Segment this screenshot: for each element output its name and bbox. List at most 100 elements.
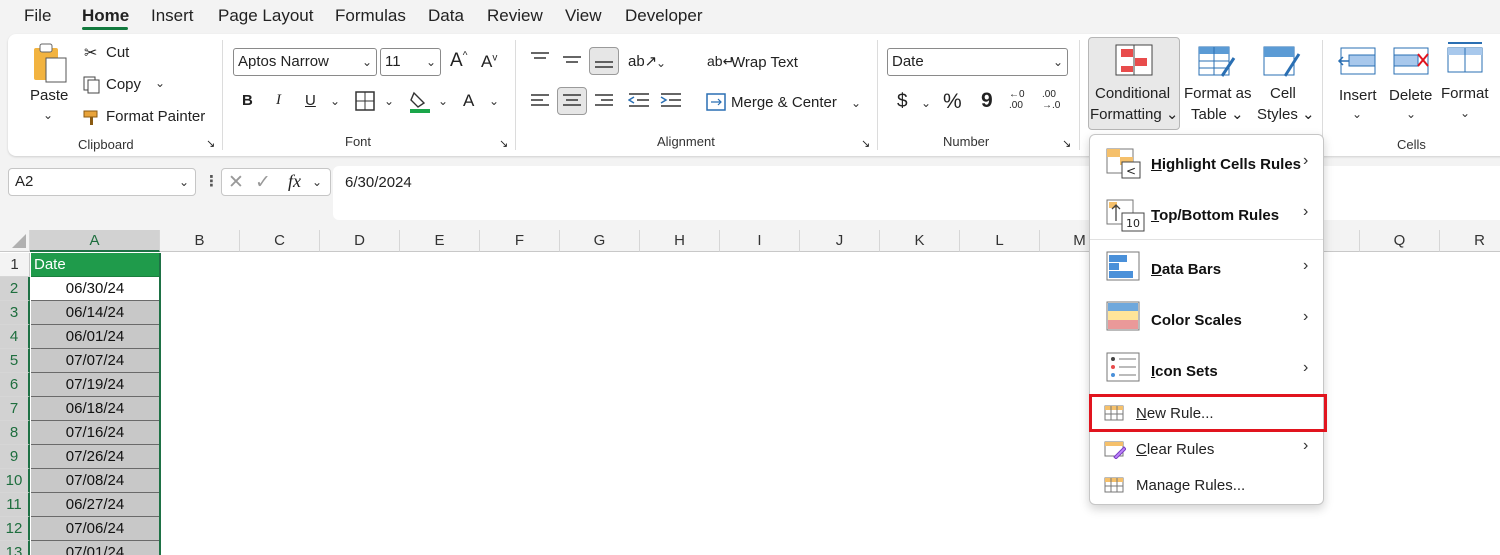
column-header[interactable]: Q [1360, 230, 1440, 252]
borders-icon[interactable] [355, 91, 375, 116]
borders-dropdown-chevron[interactable]: ⌄ [384, 94, 394, 108]
table-cell[interactable]: 07/08/24 [31, 469, 159, 493]
paste-label[interactable]: Paste [30, 87, 68, 104]
cut-label[interactable]: Cut [106, 44, 129, 61]
row-header[interactable]: 3 [0, 301, 30, 325]
cancel-icon[interactable]: ✕ [228, 171, 244, 194]
increase-decimal-icon[interactable]: ←0.00 [1009, 89, 1025, 111]
font-launcher-icon[interactable]: ↘ [499, 137, 508, 150]
table-cell[interactable]: 06/27/24 [31, 493, 159, 517]
name-box[interactable]: A2 ⌄ [8, 168, 196, 196]
percent-icon[interactable]: % [943, 90, 962, 114]
copy-label[interactable]: Copy [106, 76, 141, 93]
merge-center-icon[interactable] [706, 93, 726, 116]
align-top-icon[interactable] [530, 50, 550, 75]
column-header[interactable]: E [400, 230, 480, 252]
align-bottom-icon[interactable] [589, 47, 619, 75]
decrease-indent-icon[interactable] [627, 91, 650, 116]
clipboard-launcher-icon[interactable]: ↘ [206, 137, 215, 150]
column-header[interactable]: R [1440, 230, 1500, 252]
column-header[interactable]: I [720, 230, 800, 252]
table-cell[interactable]: 06/18/24 [31, 397, 159, 421]
menu-item-top-bottom-rules[interactable]: 10 Top/Bottom Rules › [1090, 199, 1323, 239]
table-cell[interactable]: 07/19/24 [31, 373, 159, 397]
fx-dropdown-chevron[interactable]: ⌄ [312, 175, 322, 189]
orientation-icon[interactable]: ab↗ [628, 52, 657, 70]
format-painter-label[interactable]: Format Painter [106, 108, 205, 125]
table-cell[interactable]: 07/07/24 [31, 349, 159, 373]
bold-button[interactable]: B [242, 92, 253, 109]
menu-item-color-scales[interactable]: Color Scales › [1090, 301, 1323, 341]
copy-icon[interactable] [82, 75, 102, 100]
row-header[interactable]: 4 [0, 325, 30, 349]
formula-input[interactable]: 6/30/2024 [333, 166, 1500, 220]
align-left-icon[interactable] [530, 91, 550, 116]
underline-button[interactable]: U [305, 92, 316, 109]
underline-dropdown-chevron[interactable]: ⌄ [330, 94, 340, 108]
currency-dropdown-chevron[interactable]: ⌄ [921, 96, 931, 110]
currency-icon[interactable]: $ [897, 91, 908, 113]
tab-home[interactable]: Home [82, 6, 129, 26]
delete-cells-icon[interactable] [1392, 44, 1432, 83]
font-size-select[interactable]: 11 ⌄ [380, 48, 441, 76]
font-color-icon[interactable]: A [463, 91, 474, 111]
format-painter-icon[interactable] [82, 107, 102, 132]
paste-dropdown-chevron[interactable]: ⌄ [43, 108, 53, 122]
fill-color-icon[interactable] [408, 89, 432, 118]
align-right-icon[interactable] [594, 91, 614, 116]
column-header[interactable]: C [240, 230, 320, 252]
tab-page-layout[interactable]: Page Layout [218, 6, 313, 26]
copy-dropdown-chevron[interactable]: ⌄ [155, 76, 165, 90]
wrap-text-button[interactable]: Wrap Text [731, 54, 798, 71]
increase-indent-icon[interactable] [660, 91, 682, 116]
insert-cells-button[interactable]: Insert [1339, 87, 1377, 104]
row-header[interactable]: 2 [0, 277, 30, 301]
format-cells-button[interactable]: Format [1441, 85, 1489, 102]
insert-cells-icon[interactable] [1337, 44, 1377, 83]
cell-a1[interactable]: Date [31, 253, 159, 277]
column-header[interactable]: K [880, 230, 960, 252]
insert-dropdown-chevron[interactable]: ⌄ [1352, 107, 1362, 121]
row-header[interactable]: 6 [0, 373, 30, 397]
fill-color-dropdown-chevron[interactable]: ⌄ [438, 94, 448, 108]
select-all-corner[interactable] [0, 230, 30, 252]
table-cell[interactable]: 07/01/24 [31, 541, 159, 555]
column-header[interactable]: H [640, 230, 720, 252]
row-header[interactable]: 8 [0, 421, 30, 445]
format-as-table-icon[interactable] [1198, 44, 1238, 85]
column-header[interactable]: F [480, 230, 560, 252]
merge-center-button[interactable]: Merge & Center [731, 94, 837, 111]
tab-review[interactable]: Review [487, 6, 543, 26]
insert-function-button[interactable]: fx [288, 171, 301, 192]
column-header[interactable]: B [160, 230, 240, 252]
number-launcher-icon[interactable]: ↘ [1062, 137, 1071, 150]
align-center-icon[interactable] [557, 87, 587, 115]
orientation-dropdown-chevron[interactable]: ⌄ [656, 56, 666, 70]
merge-dropdown-chevron[interactable]: ⌄ [851, 96, 861, 110]
more-options-icon[interactable]: ⋮ [204, 172, 219, 190]
delete-cells-button[interactable]: Delete [1389, 87, 1432, 104]
conditional-formatting-icon[interactable] [1115, 44, 1153, 81]
row-header[interactable]: 7 [0, 397, 30, 421]
tab-view[interactable]: View [565, 6, 602, 26]
comma-style-icon[interactable]: 9 [981, 89, 993, 113]
column-header[interactable]: J [800, 230, 880, 252]
row-header[interactable]: 10 [0, 469, 30, 493]
table-cell[interactable]: 07/16/24 [31, 421, 159, 445]
row-header[interactable]: 13 [0, 541, 30, 555]
format-dropdown-chevron[interactable]: ⌄ [1460, 106, 1470, 120]
menu-item-data-bars[interactable]: Data Bars › [1090, 251, 1323, 291]
align-middle-icon[interactable] [562, 50, 582, 75]
alignment-launcher-icon[interactable]: ↘ [861, 137, 870, 150]
tab-developer[interactable]: Developer [625, 6, 703, 26]
cell-a2-active[interactable]: 06/30/24 [31, 277, 159, 301]
tab-insert[interactable]: Insert [151, 6, 194, 26]
decrease-decimal-icon[interactable]: .00 →.0 [1042, 89, 1060, 111]
menu-item-highlight-cells-rules[interactable]: < Highlight Cells Rules › [1090, 148, 1323, 188]
table-cell[interactable]: 07/06/24 [31, 517, 159, 541]
delete-dropdown-chevron[interactable]: ⌄ [1406, 107, 1416, 121]
tab-data[interactable]: Data [428, 6, 464, 26]
row-header[interactable]: 11 [0, 493, 30, 517]
table-cell[interactable]: 06/01/24 [31, 325, 159, 349]
row-header[interactable]: 5 [0, 349, 30, 373]
